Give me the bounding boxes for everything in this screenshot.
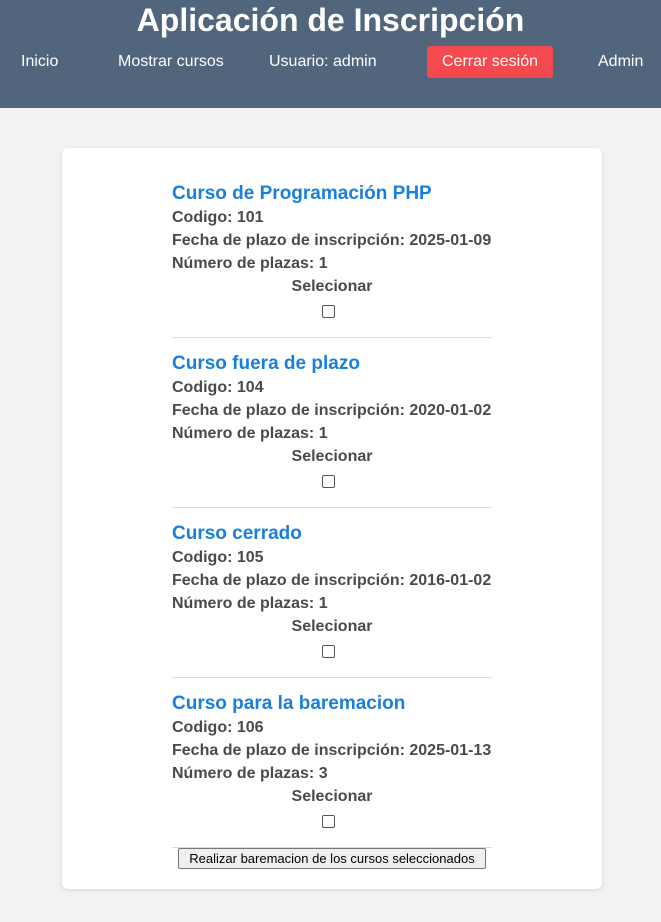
nav-user-label: Usuario: admin [269,53,377,70]
select-label: Selecionar [291,618,373,635]
course-divider [172,677,492,678]
course-item: Curso de Programación PHP Codigo: 101 Fe… [172,182,492,352]
select-label: Selecionar [291,448,373,465]
select-checkbox[interactable] [322,645,335,658]
course-title[interactable]: Curso para la baremacion [172,692,405,716]
submit-baremacion-button[interactable]: Realizar baremacion de los cursos selecc… [178,848,486,869]
course-title[interactable]: Curso cerrado [172,522,302,546]
course-places: Número de plazas: 3 [172,765,328,782]
app-header: Aplicación de Inscripción Inicio Mostrar… [0,0,661,108]
select-checkbox[interactable] [322,475,335,488]
courses-card: Curso de Programación PHP Codigo: 101 Fe… [62,148,602,889]
course-divider [172,507,492,508]
course-divider [172,337,492,338]
course-item: Curso fuera de plazo Codigo: 104 Fecha d… [172,352,492,522]
course-code: Codigo: 105 [172,549,264,566]
course-places: Número de plazas: 1 [172,595,328,612]
course-code: Codigo: 101 [172,209,264,226]
nav-courses-link[interactable]: Mostrar cursos [118,52,224,72]
course-deadline: Fecha de plazo de inscripción: 2025-01-1… [172,742,492,759]
course-deadline: Fecha de plazo de inscripción: 2016-01-0… [172,572,492,589]
course-deadline: Fecha de plazo de inscripción: 2025-01-0… [172,232,492,249]
course-places: Número de plazas: 1 [172,255,328,272]
select-checkbox[interactable] [322,815,335,828]
select-checkbox[interactable] [322,305,335,318]
course-title[interactable]: Curso fuera de plazo [172,352,360,376]
course-code: Codigo: 104 [172,379,264,396]
nav-admin-link[interactable]: Admin [598,52,643,72]
course-item: Curso para la baremacion Codigo: 106 Fec… [172,692,492,862]
course-item: Curso cerrado Codigo: 105 Fecha de plazo… [172,522,492,692]
logout-button[interactable]: Cerrar sesión [427,46,553,78]
select-label: Selecionar [291,788,373,805]
course-code: Codigo: 106 [172,719,264,736]
course-places: Número de plazas: 1 [172,425,328,442]
course-deadline: Fecha de plazo de inscripción: 2020-01-0… [172,402,492,419]
course-title[interactable]: Curso de Programación PHP [172,182,432,206]
app-title: Aplicación de Inscripción [136,2,525,38]
select-label: Selecionar [291,278,373,295]
nav-home-link[interactable]: Inicio [21,52,58,72]
